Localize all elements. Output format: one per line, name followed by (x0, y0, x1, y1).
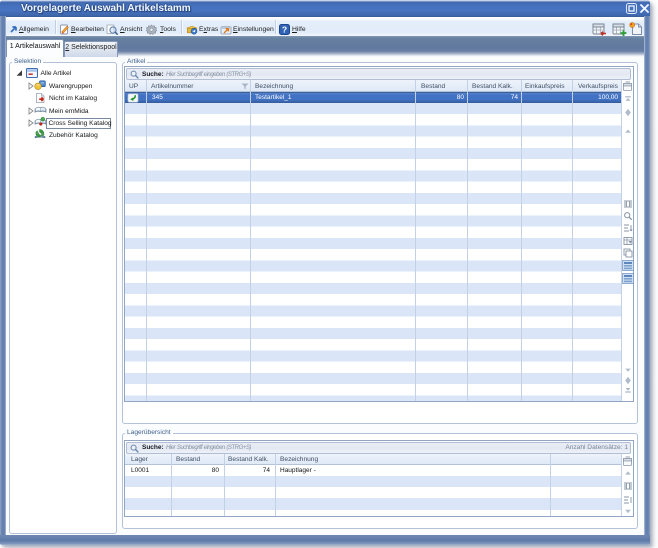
svg-text:?: ? (282, 25, 287, 35)
